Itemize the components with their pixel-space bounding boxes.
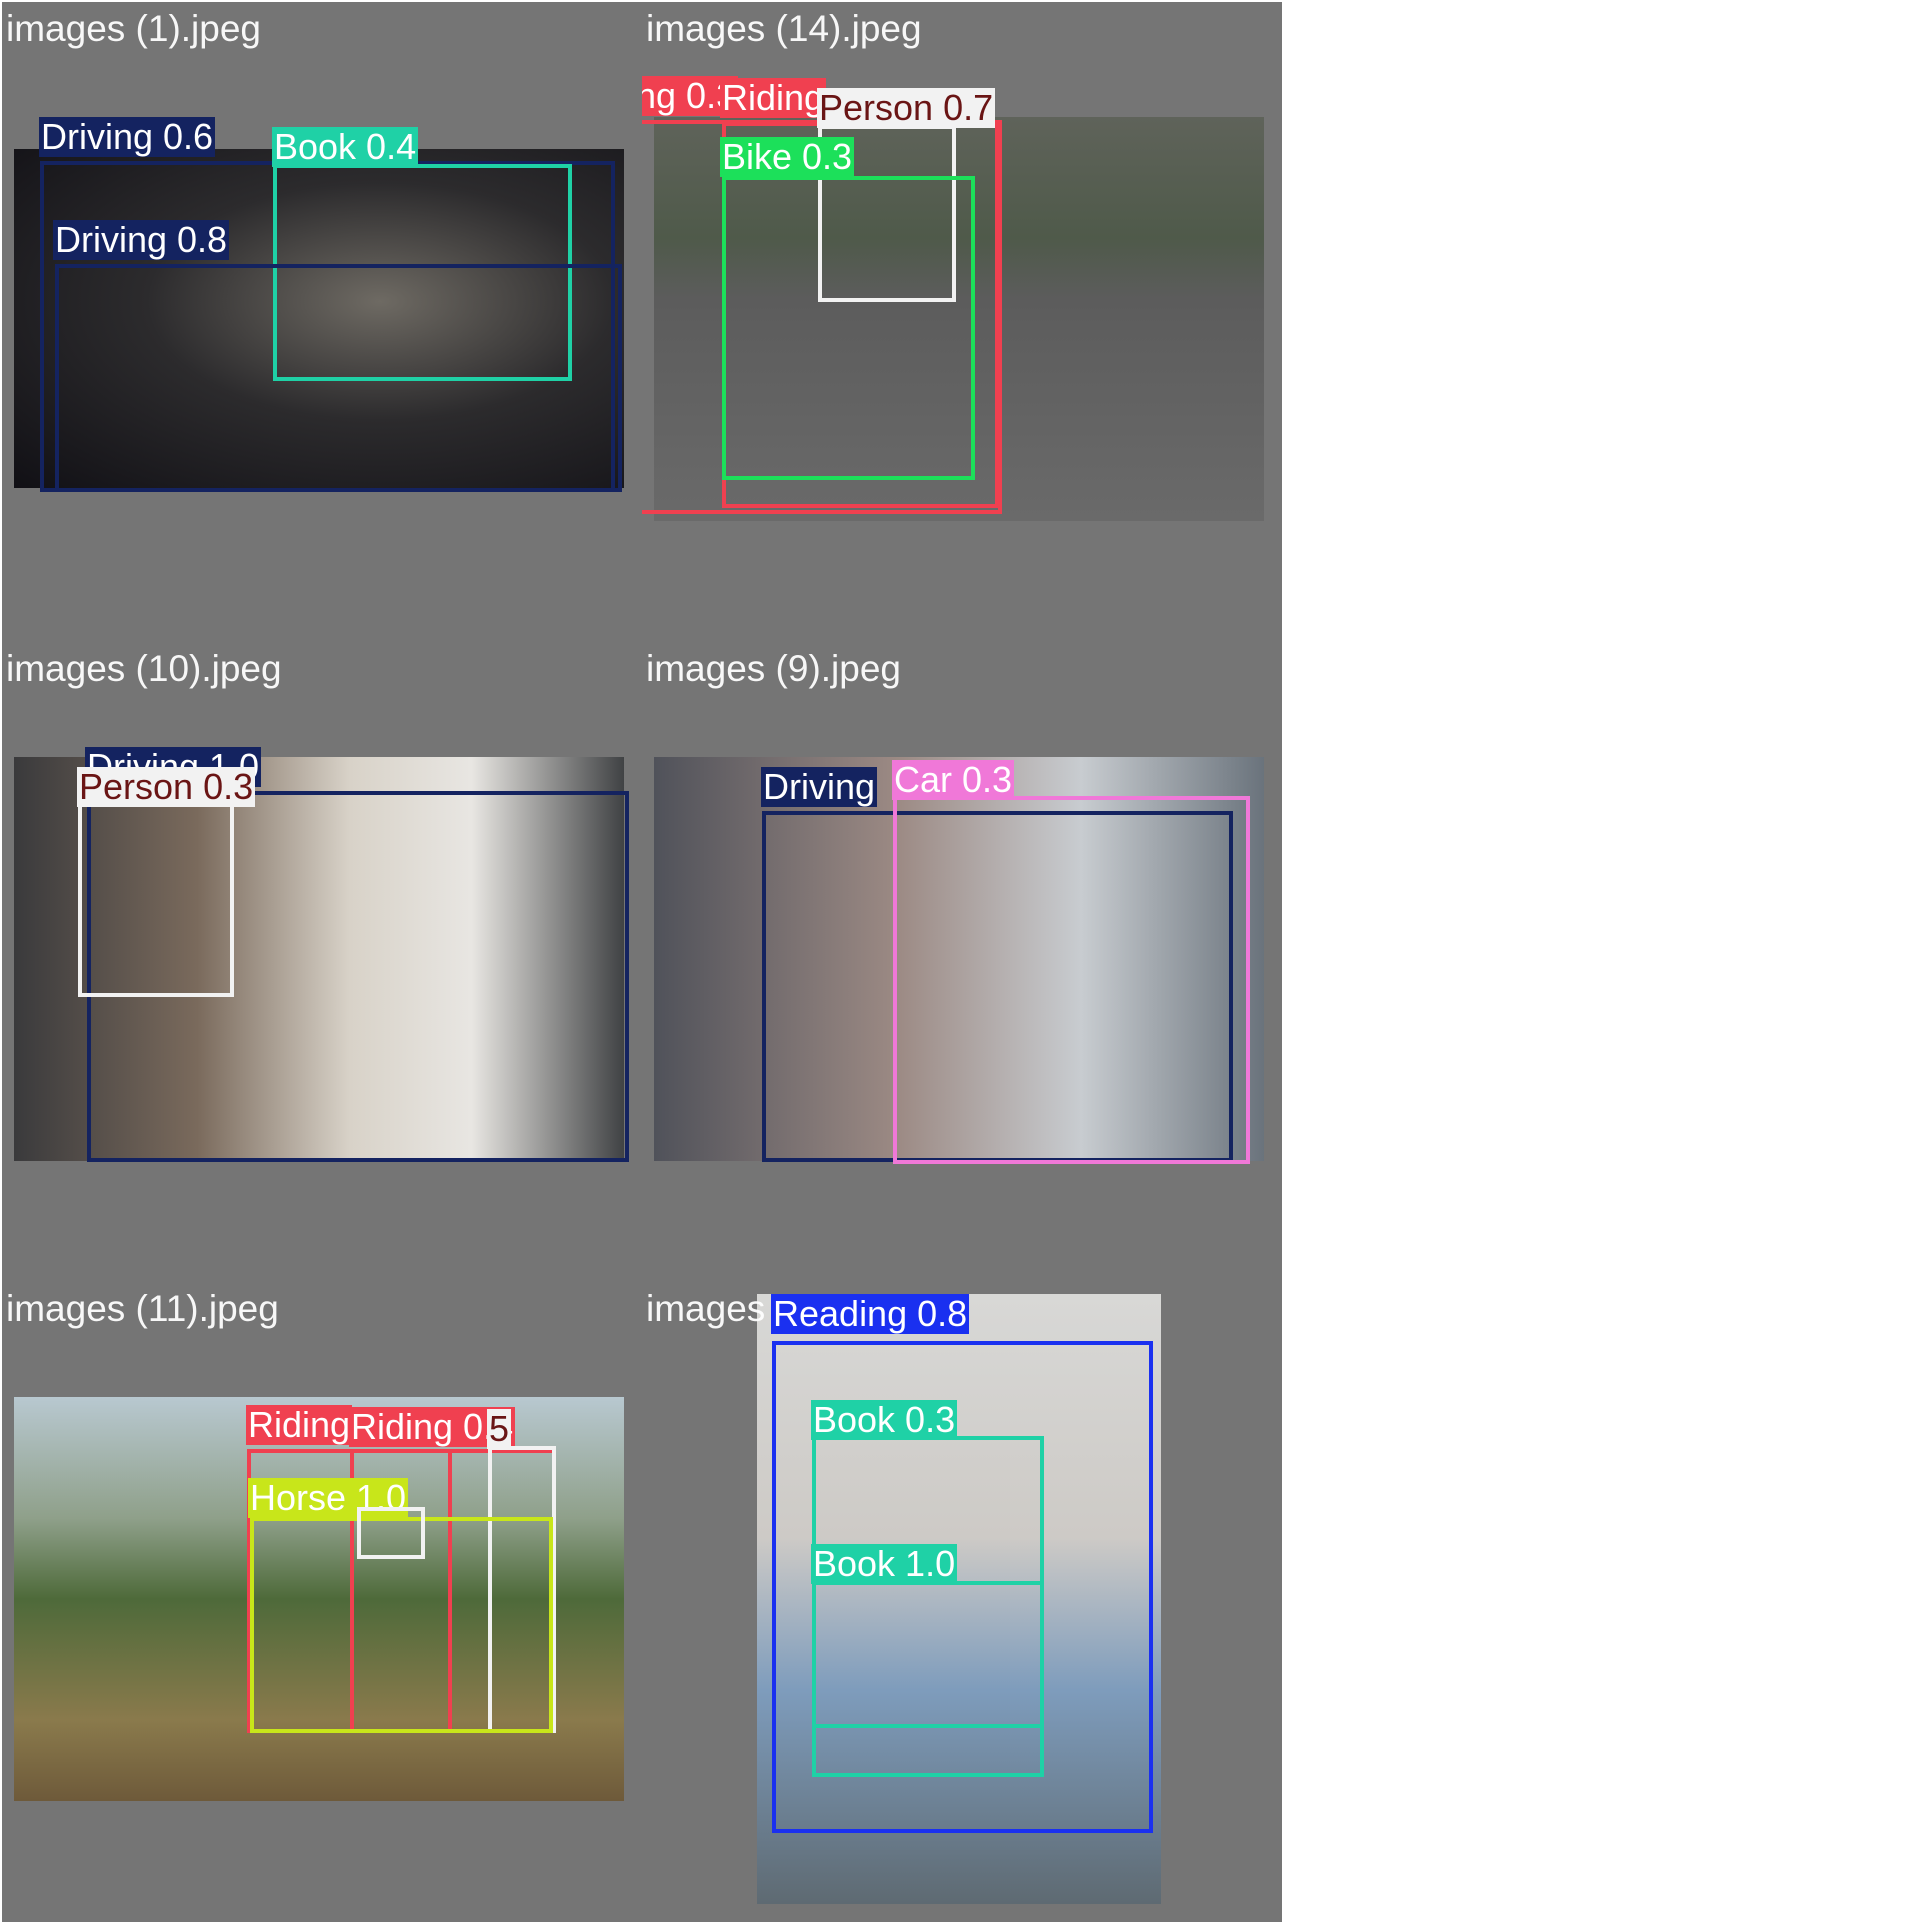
image-panel: Riding 0.3RidingPerson 0.7Bike 0.3images…	[642, 2, 1282, 642]
detection-label: Driving	[761, 766, 878, 807]
detection-label: Bike 0.3	[720, 136, 855, 177]
detection-label: Book 0.4	[272, 126, 419, 167]
detection-label: 5	[487, 1408, 512, 1449]
bounding-box	[893, 796, 1250, 1164]
bounding-box	[55, 264, 622, 492]
panel-title: images (1).jpeg	[6, 8, 262, 49]
image-panel: Driving 0.6 Book 0.4 Driving 0.8 images (1)…	[2, 2, 642, 642]
detection-label: Book 1.0	[811, 1543, 958, 1584]
detection-label: Riding	[720, 77, 827, 118]
detection-label: Riding	[246, 1404, 353, 1445]
detection-label: Car 0.3	[892, 759, 1015, 800]
bounding-box	[78, 801, 234, 997]
detection-label: Driving 0.6	[39, 116, 216, 157]
bounding-box	[812, 1581, 1044, 1728]
detection-results-grid: Driving 0.6 Book 0.4 Driving 0.8 images (1)…	[0, 0, 1920, 1922]
panel-title: images (11).jpeg	[6, 1288, 279, 1329]
panel-title: images (14).jpeg	[646, 8, 922, 49]
image-panel: Riding Riding 0.4 5 Horse 1.0 images (11).jp…	[2, 1282, 642, 1922]
panel-title: images	[646, 1288, 766, 1329]
image-panel: Driving 1.0Person 0.3images (10).jpeg	[2, 642, 642, 1282]
detection-label: Reading 0.8	[771, 1293, 970, 1334]
detection-label: Book 0.3	[811, 1399, 958, 1440]
image-panel: Driving Car 0.3 images (9).jpeg	[642, 642, 1282, 1282]
detection-label: Person 0.7	[817, 87, 996, 128]
detection-label: Person 0.3	[77, 766, 256, 807]
detection-label: Driving 0.8	[53, 219, 230, 260]
image-panel: Reading 0.8 Book 0.3 Book 1.0 images	[642, 1282, 1282, 1922]
bounding-box	[357, 1507, 425, 1559]
panel-title: images (9).jpeg	[646, 648, 902, 689]
panel-title: images (10).jpeg	[6, 648, 282, 689]
bounding-box	[722, 176, 975, 480]
